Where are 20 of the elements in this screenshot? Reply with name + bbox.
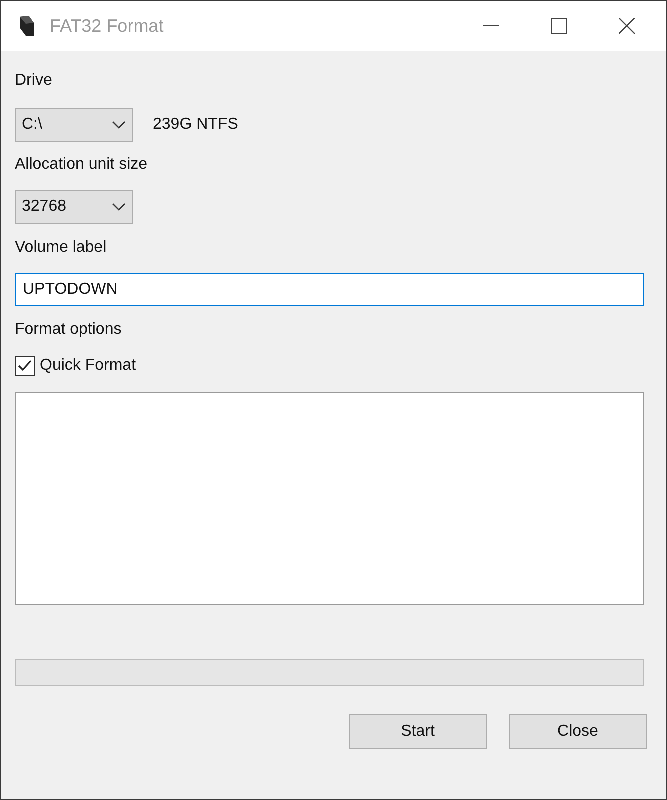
check-icon xyxy=(18,360,32,372)
volume-label: Volume label xyxy=(15,238,108,258)
maximize-icon[interactable] xyxy=(551,18,567,34)
format-options-label: Format options xyxy=(15,320,123,340)
dropdown[interactable]: 32768 xyxy=(15,190,133,224)
dropdown[interactable]: C:\ xyxy=(15,108,133,142)
volume-label-field[interactable]: UPTODOWN xyxy=(15,273,644,306)
chevron-down-icon xyxy=(112,121,126,129)
checkbox-label[interactable]: Quick Format xyxy=(40,354,136,378)
drive-label: Drive xyxy=(15,71,54,91)
dialog-button[interactable]: Close xyxy=(509,714,647,749)
chevron-down-icon xyxy=(112,203,126,211)
window-title: FAT32 Format xyxy=(50,14,164,38)
drive-info: 239G NTFS xyxy=(153,115,238,135)
minimize-icon[interactable] xyxy=(483,25,499,27)
drive-icon xyxy=(19,15,35,37)
close-icon[interactable] xyxy=(619,18,635,34)
checkbox[interactable] xyxy=(15,356,35,376)
allocation-label: Allocation unit size xyxy=(15,155,149,175)
dialog-button[interactable]: Start xyxy=(349,714,487,749)
